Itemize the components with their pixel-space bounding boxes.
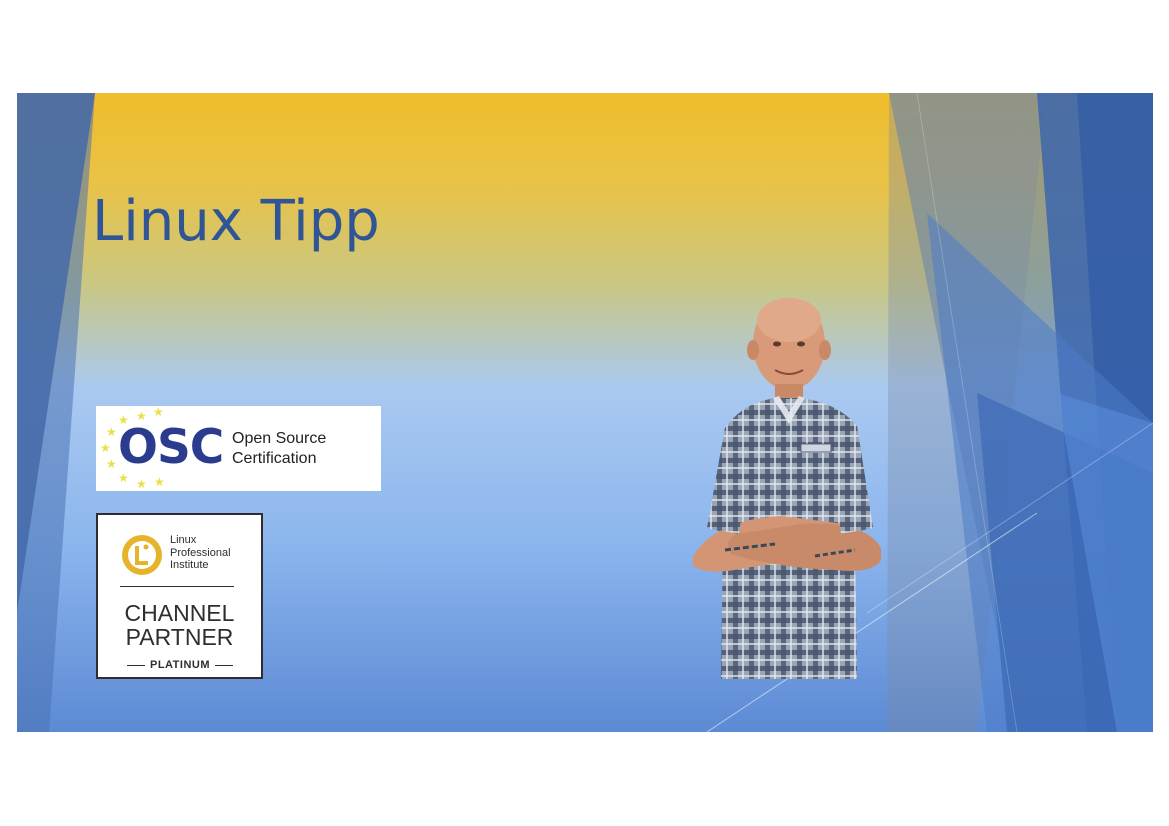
osc-abbrev: OSC — [118, 420, 224, 475]
svg-text:★: ★ — [106, 457, 117, 471]
svg-text:★: ★ — [153, 406, 164, 419]
lpi-channel-partner-text: CHANNEL PARTNER — [98, 601, 261, 649]
osc-line-2: Certification — [232, 450, 317, 467]
lpi-name-line-1: Linux — [170, 534, 197, 546]
slide: Linux Tipp ★ ★ ★ ★ ★ ★ ★ ★ ★ OSC Open So… — [17, 93, 1153, 732]
lpi-channel-partner-badge: Linux Professional Institute CHANNEL PAR… — [96, 513, 263, 679]
svg-text:★: ★ — [136, 477, 147, 491]
svg-text:★: ★ — [154, 475, 165, 489]
divider — [126, 664, 145, 666]
svg-text:★: ★ — [106, 425, 117, 439]
osc-line-1: Open Source — [232, 430, 327, 447]
lpi-name: Linux Professional Institute — [170, 534, 260, 572]
lpi-name-line-2: Professional — [170, 546, 231, 559]
lpi-name-line-3: Institute — [170, 559, 209, 571]
lpi-tier: PLATINUM — [149, 659, 210, 671]
divider — [215, 664, 233, 666]
divider — [120, 586, 234, 587]
lpi-tier-row: PLATINUM — [120, 658, 240, 672]
slide-title: Linux Tipp — [92, 189, 380, 254]
lpi-logo-icon — [122, 535, 162, 575]
presenter-photo — [693, 298, 881, 679]
lpi-channel-line-2: PARTNER — [125, 624, 234, 650]
svg-text:★: ★ — [100, 441, 111, 455]
osc-logo: ★ ★ ★ ★ ★ ★ ★ ★ ★ OSC Open Source Certif… — [96, 406, 381, 491]
lpi-channel-line-1: CHANNEL — [124, 600, 235, 626]
